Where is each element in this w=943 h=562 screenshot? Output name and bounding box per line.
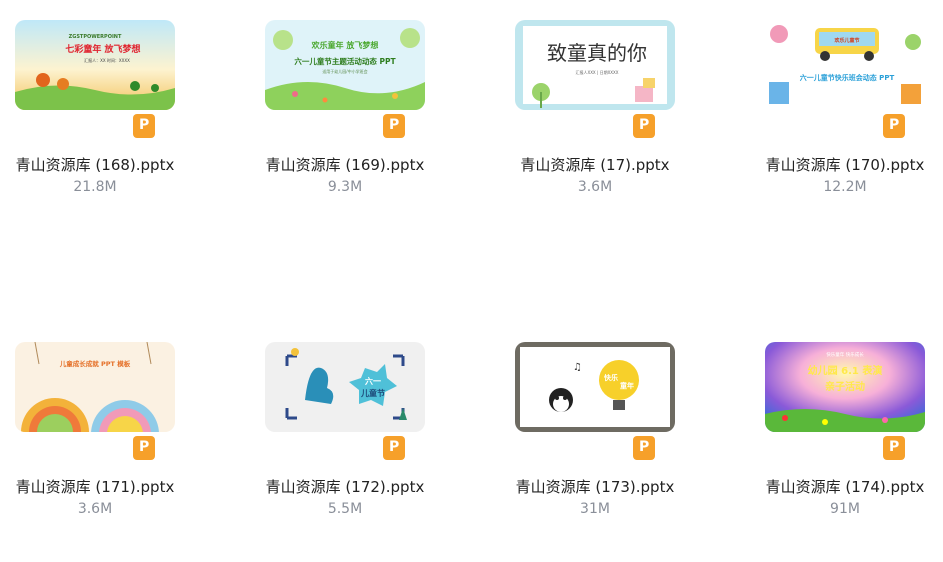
ppt-file-icon: P: [633, 436, 655, 460]
thumb-caption: 汇报人：XX 时间：XXXX: [84, 57, 130, 63]
thumb-subtitle: 六一儿童节主题活动动态 PPT: [294, 56, 396, 66]
ppt-file-icon: P: [383, 436, 405, 460]
thumb-caption: 快乐童年 快乐成长: [826, 351, 864, 358]
file-name[interactable]: 青山资源库 (170).pptx: [750, 154, 940, 175]
file-size: 91M: [830, 501, 860, 517]
file-thumbnail[interactable]: 致童真的你 汇报人XXX | 日期XXXX: [515, 20, 675, 110]
ppt-file-icon: P: [383, 114, 405, 138]
thumb-caption: 汇报人XXX | 日期XXXX: [575, 69, 618, 75]
file-tile[interactable]: 欢乐儿童节 六一儿童节快乐班会动态 PPT P 青山资源库 (170).pptx…: [750, 20, 943, 240]
ppt-file-icon: P: [883, 436, 905, 460]
thumb-title: 七彩童年 放飞梦想: [65, 43, 140, 55]
thumb-caption: 适用于幼儿园/中小学班会: [322, 68, 367, 74]
file-tile[interactable]: ♫ 快乐 童年 P 青山资源库 (173).pptx 31M: [500, 342, 700, 562]
thumb-title: 六一: [365, 376, 381, 386]
thumb-title: 欢乐童年 放飞梦想: [311, 40, 379, 50]
file-tile[interactable]: ZGSTPOWERPOINT 七彩童年 放飞梦想 汇报人：XX 时间：XXXX …: [0, 20, 200, 240]
file-name[interactable]: 青山资源库 (168).pptx: [0, 154, 190, 175]
thumb-title: 六一儿童节快乐班会动态 PPT: [800, 73, 895, 82]
file-tile[interactable]: 儿童成长成就 PPT 模板 P 青山资源库 (171).pptx 3.6M: [0, 342, 200, 562]
file-thumbnail[interactable]: 儿童成长成就 PPT 模板: [15, 342, 175, 432]
ppt-file-icon: P: [633, 114, 655, 138]
thumb-title: 快乐: [604, 373, 618, 382]
file-name[interactable]: 青山资源库 (174).pptx: [750, 476, 940, 497]
file-thumbnail[interactable]: 快乐童年 快乐成长 幼儿园 6.1 表演 亲子活动: [765, 342, 925, 432]
file-thumbnail[interactable]: ♫ 快乐 童年: [515, 342, 675, 432]
file-size: 31M: [580, 501, 610, 517]
ppt-file-icon: P: [883, 114, 905, 138]
thumb-title: 致童真的你: [547, 41, 647, 65]
thumb-title: 幼儿园 6.1 表演: [808, 364, 883, 377]
file-size: 21.8M: [73, 179, 117, 195]
file-thumbnail[interactable]: 六一 儿童节: [265, 342, 425, 432]
file-thumbnail[interactable]: ZGSTPOWERPOINT 七彩童年 放飞梦想 汇报人：XX 时间：XXXX: [15, 20, 175, 110]
file-thumbnail[interactable]: 欢乐童年 放飞梦想 六一儿童节主题活动动态 PPT 适用于幼儿园/中小学班会: [265, 20, 425, 110]
thumb-subtitle: 亲子活动: [825, 380, 865, 393]
thumb-title: 儿童成长成就 PPT 模板: [59, 359, 131, 368]
thumb-caption: 欢乐儿童节: [833, 37, 859, 44]
thumb-subtitle: 童年: [620, 381, 634, 390]
file-size: 12.2M: [823, 179, 867, 195]
file-name[interactable]: 青山资源库 (172).pptx: [250, 476, 440, 497]
ppt-file-icon: P: [133, 114, 155, 138]
file-size: 5.5M: [327, 501, 363, 517]
file-name[interactable]: 青山资源库 (169).pptx: [250, 154, 440, 175]
thumb-subtitle: 儿童节: [360, 388, 385, 398]
file-tile[interactable]: 欢乐童年 放飞梦想 六一儿童节主题活动动态 PPT 适用于幼儿园/中小学班会 P…: [250, 20, 450, 240]
file-tile[interactable]: 六一 儿童节 P 青山资源库 (172).pptx 5.5M: [250, 342, 450, 562]
file-name[interactable]: 青山资源库 (171).pptx: [0, 476, 190, 497]
thumb-caption: ZGSTPOWERPOINT: [69, 34, 122, 40]
file-thumbnail[interactable]: 欢乐儿童节 六一儿童节快乐班会动态 PPT: [765, 20, 925, 110]
file-size: 3.6M: [77, 501, 113, 517]
file-size: 9.3M: [327, 179, 363, 195]
ppt-file-icon: P: [133, 436, 155, 460]
file-name[interactable]: 青山资源库 (17).pptx: [500, 154, 690, 175]
file-size: 3.6M: [577, 179, 613, 195]
svg-text:♫: ♫: [573, 362, 582, 373]
file-tile[interactable]: 快乐童年 快乐成长 幼儿园 6.1 表演 亲子活动 P 青山资源库 (174).…: [750, 342, 943, 562]
file-tile[interactable]: 致童真的你 汇报人XXX | 日期XXXX P 青山资源库 (17).pptx …: [500, 20, 700, 240]
file-name[interactable]: 青山资源库 (173).pptx: [500, 476, 690, 497]
